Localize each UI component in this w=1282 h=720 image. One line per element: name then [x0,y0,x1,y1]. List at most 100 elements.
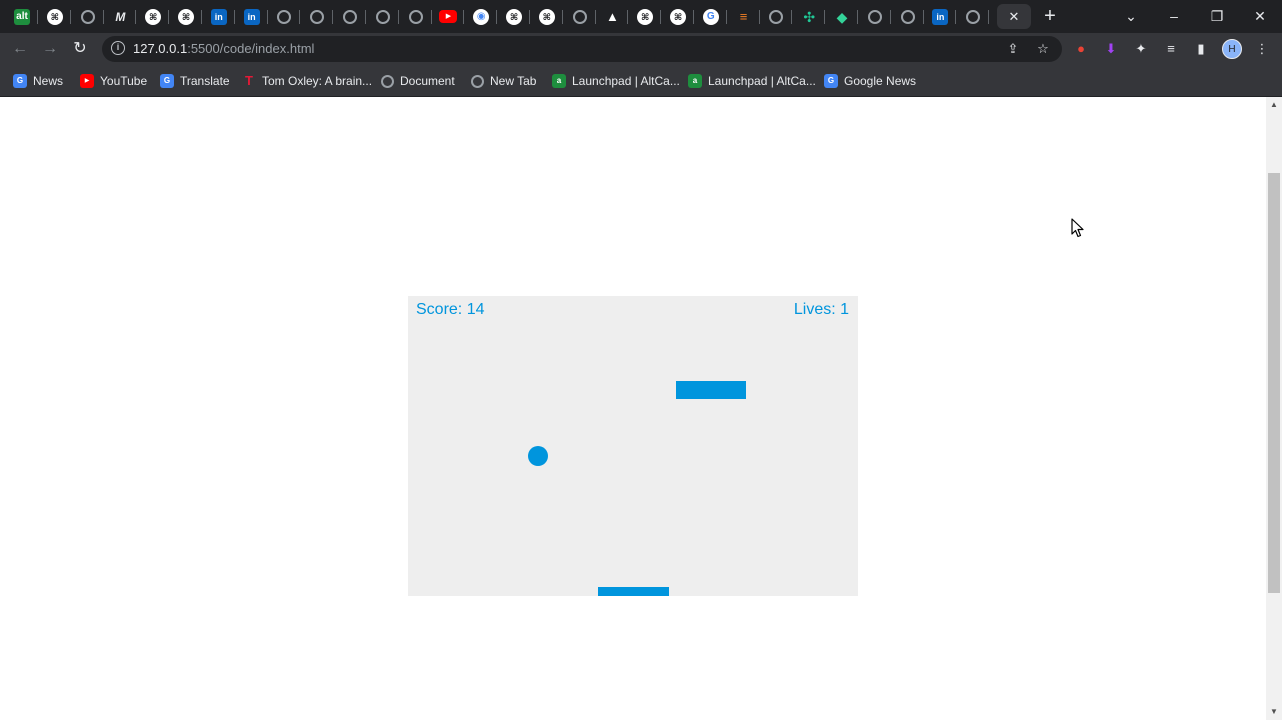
bookmark-launchpad-1[interactable]: a Launchpad | AltCa... [552,72,680,90]
browser-tab[interactable] [367,4,399,29]
browser-tab[interactable]: G [695,4,727,29]
forward-icon[interactable]: → [39,38,61,60]
triangle-icon: ▲ [605,8,619,24]
lives-text: Lives: 1 [793,301,849,318]
url-path: :5500/code/index.html [187,41,315,56]
youtube-icon: ▶ [439,10,458,23]
score-text: Score: 14 [416,301,485,318]
reload-icon[interactable]: ↻ [69,38,91,60]
bookmark-label: New Tab [490,74,537,88]
browser-tab[interactable] [859,4,891,29]
browser-tab[interactable] [301,4,334,29]
browser-tab[interactable] [268,4,301,29]
url-text[interactable]: 127.0.0.1:5500/code/index.html [133,41,314,56]
scroll-up-arrow-icon[interactable]: ▲ [1266,99,1282,111]
bookmark-youtube[interactable]: ▶ YouTube [80,72,147,90]
globe-icon [769,9,784,24]
browser-tab[interactable] [760,4,793,29]
browser-tab[interactable]: alt [6,4,38,29]
tab-search-icon[interactable]: ⌄ [1121,6,1141,26]
vertical-scrollbar[interactable]: ▲ ▼ [1266,97,1282,720]
bookmark-new-tab[interactable]: New Tab [471,72,536,90]
profile-avatar[interactable]: H [1222,39,1242,59]
browser-tab[interactable] [334,4,366,29]
linkedin-icon: in [243,8,260,25]
tab-strip: alt ⌘ M ⌘ ⌘ in in ▶ ◉ ⌘ ⌘ ▲ ⌘ ⌘ G ≡ ✣ ◆ in ✕ + ⌄ – ❐ ✕ [0,0,1282,33]
restore-icon[interactable]: ❐ [1207,6,1227,26]
game-canvas[interactable]: Score: 14 Lives: 1 [408,296,858,596]
reading-list-icon[interactable]: ≡ [1161,39,1181,59]
globe-icon [900,9,915,24]
browser-tab[interactable]: ⌘ [531,4,563,29]
browser-tab[interactable] [957,4,990,29]
browser-tab[interactable]: ≡ [728,4,760,29]
browser-tab[interactable]: ▲ [596,4,629,29]
browser-tab[interactable]: in [924,4,957,29]
bookmark-label: Document [400,74,455,88]
google-news-icon: G [824,74,838,88]
youtube-icon: ▶ [80,74,94,88]
browser-tab[interactable]: ⌘ [629,4,662,29]
back-icon[interactable]: ← [9,38,31,60]
browser-tab[interactable] [892,4,924,29]
bookmark-google-news[interactable]: G Google News [824,72,916,90]
page-viewport: Score: 14 Lives: 1 [0,97,1266,720]
linkedin-icon: in [210,8,227,25]
google-news-icon: G [13,74,27,88]
tab-separator [201,10,202,24]
browser-tab[interactable] [400,4,432,29]
minimize-icon[interactable]: – [1164,6,1184,26]
bookmark-launchpad-2[interactable]: a Launchpad | AltCa... [688,72,816,90]
browser-tab[interactable]: in [203,4,235,29]
tab-close-icon[interactable]: ✕ [1006,9,1022,25]
bookmark-label: News [33,74,64,88]
bookmark-star-icon[interactable]: ☆ [1033,39,1053,59]
active-tab[interactable]: ✕ [997,4,1031,29]
browser-tab[interactable]: ⌘ [498,4,530,29]
menu-kebab-icon[interactable]: ⋮ [1252,39,1272,59]
github-icon: ⌘ [637,8,654,25]
globe-icon [343,9,357,24]
browser-tab[interactable] [72,4,104,29]
browser-tab[interactable]: ⌘ [137,4,170,29]
globe-icon [471,74,484,88]
bookmark-label: Launchpad | AltCa... [572,74,680,88]
download-extension-icon[interactable]: ⬇ [1101,39,1121,59]
scroll-thumb[interactable] [1268,173,1280,593]
browser-tab[interactable] [564,4,596,29]
browser-tab[interactable]: ⌘ [170,4,202,29]
bookmark-news[interactable]: G News [13,72,63,90]
globe-icon [80,9,95,24]
github-icon: ⌘ [538,8,555,25]
browser-tab[interactable]: ✣ [793,4,826,29]
bookmark-tom-oxley[interactable]: T Tom Oxley: A brain... [242,72,372,90]
globe-icon [375,9,390,24]
new-tab-button[interactable]: + [1040,6,1060,26]
site-info-icon[interactable]: i [111,41,125,55]
color-extension-icon[interactable]: ● [1071,39,1091,59]
browser-tab[interactable]: ⌘ [39,4,71,29]
bookmarks-bar: G News ▶ YouTube G Translate T Tom Oxley: A … [0,65,1282,97]
browser-tab[interactable]: ⌘ [662,4,694,29]
tab-separator [69,10,71,24]
browser-tab[interactable]: ▶ [432,4,465,29]
bookmark-label: Tom Oxley: A brain... [262,74,373,88]
scroll-down-arrow-icon[interactable]: ▼ [1266,706,1282,718]
browser-tab[interactable]: ◆ [826,4,858,29]
browser-tab[interactable]: M [104,4,137,29]
tab-separator [233,10,235,24]
extensions-puzzle-icon[interactable]: ✦ [1131,39,1151,59]
window-close-icon[interactable]: ✕ [1250,6,1270,26]
browser-tab[interactable]: in [236,4,268,29]
linkedin-icon: in [932,8,949,25]
globe-icon [277,9,292,24]
bookmark-document[interactable]: Document [381,72,455,90]
paddle[interactable] [598,587,669,596]
browser-toolbar: ← → ↻ i 127.0.0.1:5500/code/index.html ⇪… [0,33,1282,65]
address-bar[interactable]: i 127.0.0.1:5500/code/index.html ⇪ ☆ [102,36,1062,62]
share-icon[interactable]: ⇪ [1003,39,1023,59]
side-panel-icon[interactable]: ▮ [1191,39,1211,59]
bookmark-translate[interactable]: G Translate [160,72,230,90]
mouse-cursor-icon [1071,218,1084,238]
browser-tab[interactable]: ◉ [465,4,498,29]
